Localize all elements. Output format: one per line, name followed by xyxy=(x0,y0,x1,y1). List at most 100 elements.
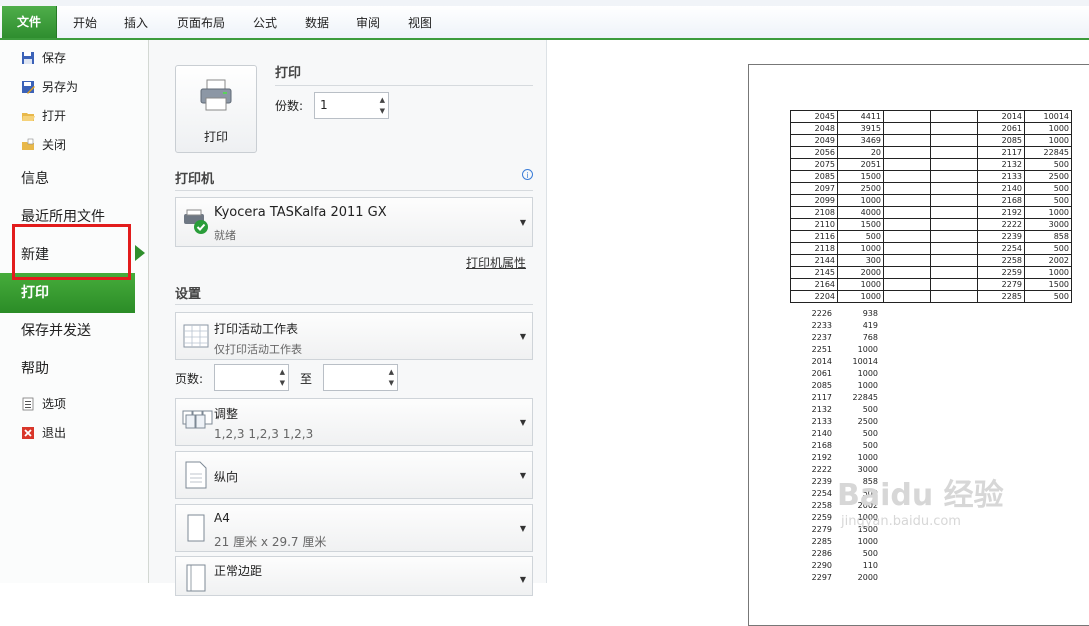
spin-up-icon[interactable]: ▲ xyxy=(380,96,385,104)
spin-up-icon[interactable]: ▲ xyxy=(280,368,285,376)
list-value: 500 xyxy=(862,405,878,414)
table-cell xyxy=(883,290,931,303)
nav-save-send[interactable]: 保存并发送 xyxy=(0,316,169,346)
spin-down-icon[interactable]: ▼ xyxy=(280,379,285,387)
table-cell: 2254 xyxy=(977,242,1025,255)
list-value: 419 xyxy=(862,321,878,330)
nav-close-label: 关闭 xyxy=(42,138,67,152)
copies-spinner[interactable]: 1 ▲ ▼ xyxy=(314,92,389,119)
table-cell: 2192 xyxy=(977,206,1025,219)
list-value: 768 xyxy=(862,333,878,342)
chevron-down-icon: ▼ xyxy=(519,218,526,227)
list-value: 500 xyxy=(862,549,878,558)
table-cell: 2108 xyxy=(790,206,838,219)
tab-review[interactable]: 审阅 xyxy=(356,14,380,31)
margins-main: 正常边距 xyxy=(214,564,263,578)
table-cell xyxy=(883,254,931,267)
table-cell: 2045 xyxy=(790,110,838,123)
list-key: 2237 xyxy=(811,333,832,342)
printer-properties-link[interactable]: 打印机属性 xyxy=(466,254,526,271)
table-cell: 1500 xyxy=(837,218,884,231)
spin-down-icon[interactable]: ▼ xyxy=(389,379,394,387)
tab-formulas[interactable]: 公式 xyxy=(253,14,277,31)
table-row: 2045 4411 2014 10014 xyxy=(790,110,1072,123)
list-key: 2133 xyxy=(811,417,832,426)
tab-view[interactable]: 视图 xyxy=(408,14,432,31)
spin-down-icon[interactable]: ▼ xyxy=(380,107,385,115)
copies-label: 份数: xyxy=(275,99,304,113)
paper-size-sub: 21 厘米 x 29.7 厘米 xyxy=(214,535,327,549)
pages-from-spinner[interactable]: ▲ ▼ xyxy=(214,364,289,391)
preview-list: 2226 938 2233 419 2237 768 2251 1000 2014 10014 20… xyxy=(790,308,878,584)
list-value: 500 xyxy=(862,429,878,438)
print-settings-panel: 打印 打印 份数: 1 ▲ ▼ 打印机 i Kyocera TASKalfa 2… xyxy=(149,40,547,596)
margins-icon xyxy=(186,564,206,592)
list-value: 1000 xyxy=(857,381,878,390)
list-key: 2192 xyxy=(811,453,832,462)
orientation-dropdown[interactable]: 纵向 ▼ xyxy=(175,451,533,499)
options-icon xyxy=(22,397,34,411)
list-item: 2286 500 xyxy=(790,548,878,560)
table-cell: 500 xyxy=(1024,290,1072,303)
table-cell: 2085 xyxy=(977,134,1025,147)
settings-section-title: 设置 xyxy=(175,287,202,302)
table-cell: 1500 xyxy=(1024,278,1072,291)
table-cell: 2258 xyxy=(977,254,1025,267)
printer-dropdown[interactable]: Kyocera TASKalfa 2011 GX 就绪 ▼ xyxy=(175,197,533,247)
close-folder-icon xyxy=(22,138,34,150)
table-row: 2049 3469 2085 1000 xyxy=(790,134,1072,147)
table-cell: 2145 xyxy=(790,266,838,279)
table-cell: 2056 xyxy=(790,146,838,159)
table-row: 2116 500 2239 858 xyxy=(790,230,1072,243)
tab-data[interactable]: 数据 xyxy=(305,14,329,31)
nav-help[interactable]: 帮助 xyxy=(0,354,169,384)
table-cell: 2144 xyxy=(790,254,838,267)
worksheet-icon xyxy=(183,324,209,348)
pages-label: 页数: xyxy=(175,372,204,386)
list-key: 2140 xyxy=(811,429,832,438)
spin-up-icon[interactable]: ▲ xyxy=(389,368,394,376)
table-cell: 2500 xyxy=(837,182,884,195)
list-value: 1000 xyxy=(857,453,878,462)
list-key: 2297 xyxy=(811,573,832,582)
table-cell: 3469 xyxy=(837,134,884,147)
margins-dropdown[interactable]: 正常边距 ▼ xyxy=(175,556,533,596)
chevron-down-icon: ▼ xyxy=(519,418,526,427)
list-item: 2117 22845 xyxy=(790,392,878,404)
list-key: 2014 xyxy=(811,357,832,366)
save-as-icon xyxy=(22,81,35,94)
info-icon[interactable]: i xyxy=(522,169,533,180)
print-button[interactable]: 打印 xyxy=(175,65,257,153)
nav-save-as-label: 另存为 xyxy=(42,80,79,94)
table-cell xyxy=(930,122,978,135)
table-cell: 1000 xyxy=(837,290,884,303)
print-scope-dropdown[interactable]: 打印活动工作表 仅打印活动工作表 ▼ xyxy=(175,312,533,360)
nav-options-label: 选项 xyxy=(42,397,67,411)
tab-page-layout[interactable]: 页面布局 xyxy=(177,14,225,31)
list-item: 2192 1000 xyxy=(790,452,878,464)
table-cell: 2014 xyxy=(977,110,1025,123)
collate-dropdown[interactable]: 调整 1,2,3 1,2,3 1,2,3 ▼ xyxy=(175,398,533,446)
list-key: 2279 xyxy=(811,525,832,534)
list-value: 2000 xyxy=(857,573,878,582)
pages-to-label: 至 xyxy=(300,372,313,386)
list-key: 2286 xyxy=(811,549,832,558)
tab-home[interactable]: 开始 xyxy=(73,14,97,31)
table-cell xyxy=(930,194,978,207)
nav-info[interactable]: 信息 xyxy=(0,164,169,194)
table-cell: 2140 xyxy=(977,182,1025,195)
print-title: 打印 xyxy=(275,66,302,81)
list-key: 2222 xyxy=(811,465,832,474)
list-value: 1000 xyxy=(857,369,878,378)
print-button-label: 打印 xyxy=(203,130,228,144)
table-cell xyxy=(883,266,931,279)
tab-insert[interactable]: 插入 xyxy=(124,14,148,31)
table-row: 2110 1500 2222 3000 xyxy=(790,218,1072,231)
table-cell xyxy=(883,218,931,231)
paper-size-dropdown[interactable]: A4 21 厘米 x 29.7 厘米 ▼ xyxy=(175,504,533,552)
pages-to-spinner[interactable]: ▲ ▼ xyxy=(323,364,398,391)
portrait-page-icon xyxy=(185,461,207,489)
tab-file[interactable]: 文件 xyxy=(2,6,57,38)
ribbon-tab-bar: 文件 开始 插入 页面布局 公式 数据 审阅 视图 xyxy=(0,6,1089,40)
table-cell xyxy=(883,182,931,195)
